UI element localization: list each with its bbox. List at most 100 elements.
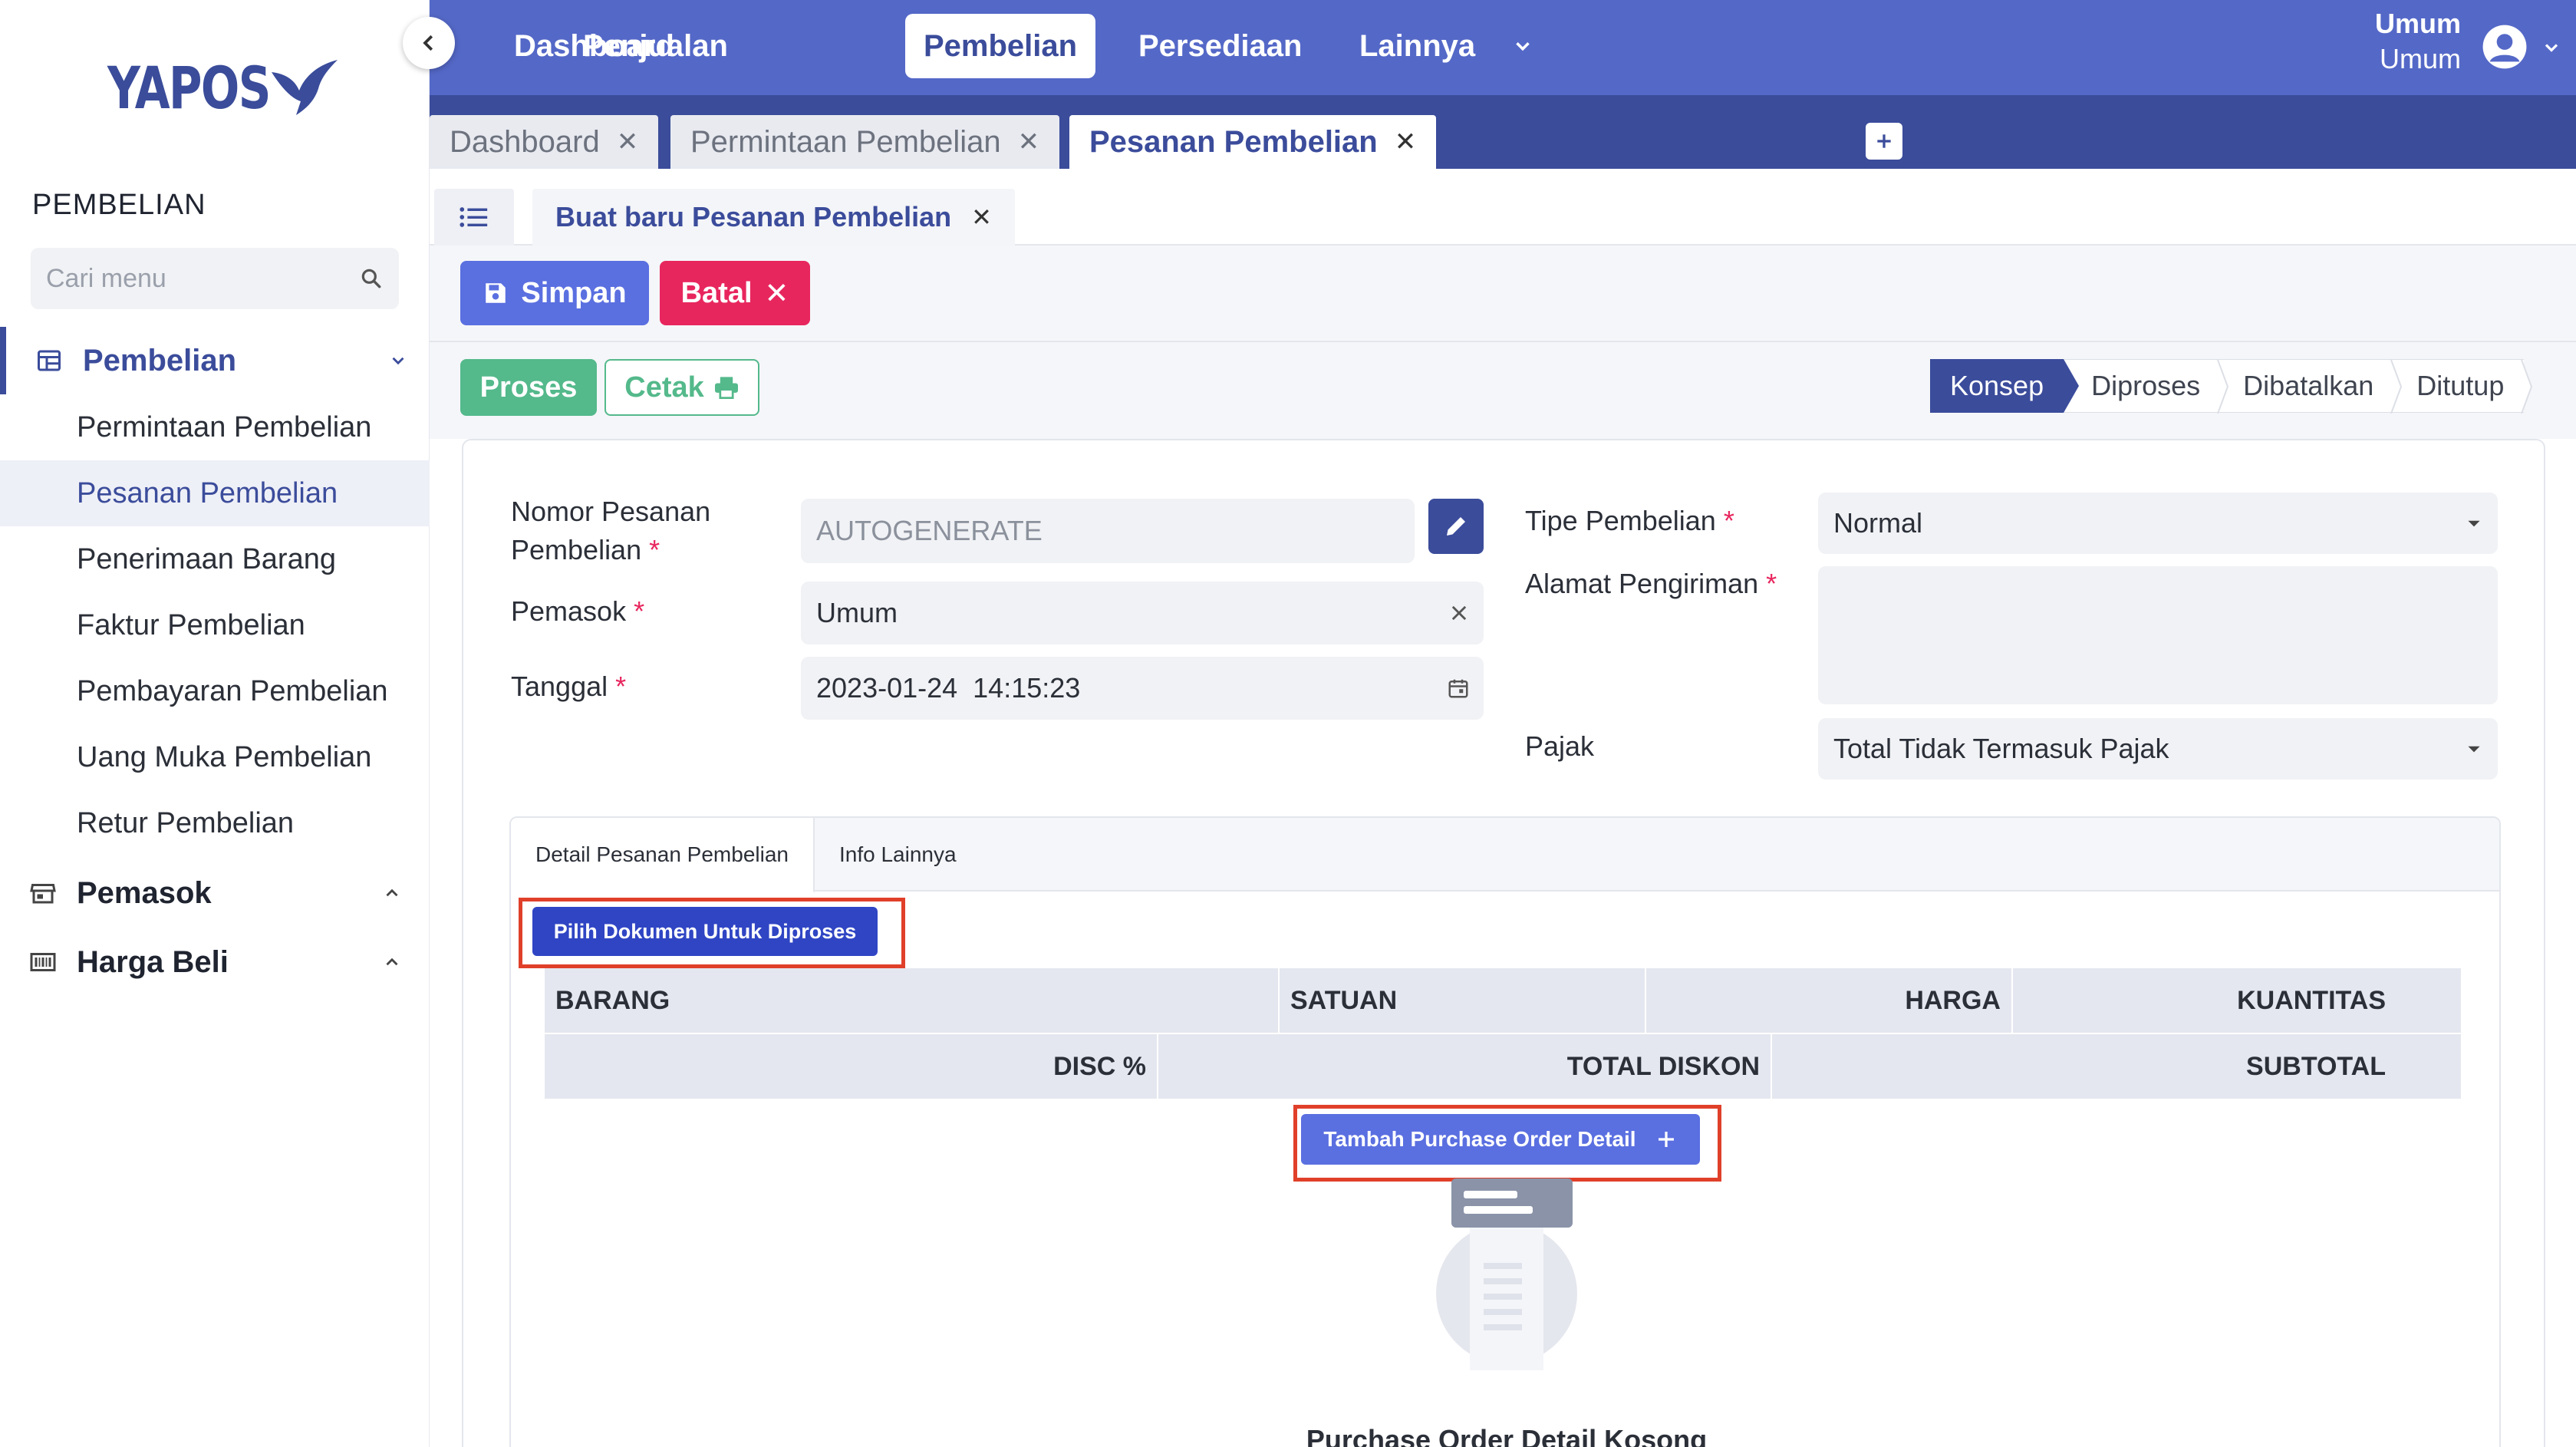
alamat-pengiriman-textarea[interactable] <box>1818 566 2498 704</box>
required-marker: * <box>634 595 645 627</box>
close-icon: ✕ <box>764 277 789 310</box>
chevron-down-icon[interactable] <box>2541 37 2562 58</box>
pemasok-select[interactable]: Umum <box>801 582 1484 644</box>
search-icon <box>361 269 381 288</box>
store-icon <box>30 884 56 904</box>
status-steps: Konsep Diproses Dibatalkan Ditutup <box>1930 359 2533 414</box>
tab-info-lainnya[interactable]: Info Lainnya <box>815 818 981 892</box>
detail-tabs-panel: Detail Pesanan Pembelian Info Lainnya Pi… <box>509 816 2501 1447</box>
tanggal-input[interactable]: 2023-01-24 14:15:23 <box>801 657 1484 720</box>
doc-tab-new-purchase-order[interactable]: Buat baru Pesanan Pembelian ✕ <box>532 189 1015 246</box>
status-step-label: Dibatalkan <box>2243 370 2374 401</box>
column-header-kuantitas: KUANTITAS <box>2237 985 2386 1015</box>
brand-logo[interactable]: YAPOS <box>107 54 339 122</box>
page-tab-permintaan-pembelian[interactable]: Permintaan Pembelian ✕ <box>670 115 1060 169</box>
sidebar-group-label: Harga Beli <box>77 944 229 979</box>
tab-detail-pesanan-pembelian[interactable]: Detail Pesanan Pembelian <box>511 818 815 893</box>
bird-logo-icon <box>272 59 338 115</box>
menu-search-input[interactable]: Cari menu <box>31 248 399 309</box>
edit-number-button[interactable] <box>1428 499 1484 554</box>
pick-document-button[interactable]: Pilih Dokumen Untuk Diproses <box>532 907 878 956</box>
page-tab-label: Permintaan Pembelian <box>690 124 1001 159</box>
step-arrow-shape <box>2064 359 2080 413</box>
add-detail-button[interactable]: Tambah Purchase Order Detail <box>1301 1114 1700 1165</box>
alamat-label-text: Alamat Pengiriman <box>1525 568 1759 599</box>
user-info[interactable]: Umum Umum <box>2375 8 2461 75</box>
process-button[interactable]: Proses <box>460 359 597 416</box>
nav-more-dropdown[interactable] <box>1504 14 1542 78</box>
close-icon[interactable]: ✕ <box>617 127 639 157</box>
table-header-row: BARANG SATUAN HARGA KUANTITAS <box>545 968 2461 1033</box>
empty-document-icon <box>1436 1178 1577 1370</box>
caret-down-icon <box>2468 746 2480 753</box>
tipe-pembelian-label: Tipe Pembelian * <box>1525 502 1734 540</box>
sidebar-group-pemasok[interactable]: Pemasok <box>0 859 430 927</box>
purchase-order-form: Nomor Pesanan Pembelian * AUTOGENERATE P… <box>462 439 2545 1447</box>
add-detail-label: Tambah Purchase Order Detail <box>1323 1127 1636 1151</box>
page-tab-label: Pesanan Pembelian <box>1089 124 1378 159</box>
sidebar-group-harga-beli[interactable]: Harga Beli <box>0 928 430 996</box>
nomor-label-line-2: Pembelian <box>511 534 642 565</box>
tipe-pembelian-select[interactable]: Normal <box>1818 493 2498 554</box>
step-separator-icon <box>2390 360 2403 414</box>
tanggal-value: 2023-01-24 14:15:23 <box>816 672 1081 704</box>
list-view-tab[interactable] <box>434 189 514 246</box>
sidebar-group-pembelian[interactable]: Pembelian <box>0 327 430 394</box>
nomor-pesanan-label: Nomor Pesanan Pembelian * <box>511 493 710 569</box>
status-step-diproses: Diproses <box>2064 359 2229 414</box>
step-separator-icon <box>2521 360 2533 414</box>
list-icon <box>460 207 488 227</box>
page-tab-dashboard[interactable]: Dashboard ✕ <box>430 115 658 169</box>
user-avatar-icon[interactable] <box>2481 23 2528 71</box>
page-tab-pesanan-pembelian[interactable]: Pesanan Pembelian ✕ <box>1069 115 1437 169</box>
alamat-pengiriman-label: Alamat Pengiriman * <box>1525 565 1777 603</box>
print-button-label: Cetak <box>624 371 704 404</box>
cancel-button[interactable]: Batal ✕ <box>660 261 810 325</box>
column-header-satuan: SATUAN <box>1280 968 1646 1033</box>
sidebar-item-retur-pembelian[interactable]: Retur Pembelian <box>0 790 430 856</box>
nav-persediaan[interactable]: Persediaan <box>1120 14 1320 78</box>
clear-icon[interactable] <box>1448 602 1470 624</box>
sidebar-item-faktur-pembelian[interactable]: Faktur Pembelian <box>0 592 430 658</box>
chevron-down-icon <box>1516 42 1530 51</box>
page-tab-bar: Dashboard ✕ Permintaan Pembelian ✕ Pesan… <box>430 95 2576 169</box>
table-header-row: DISC % TOTAL DISKON SUBTOTAL <box>545 1034 2461 1099</box>
sidebar-item-pesanan-pembelian[interactable]: Pesanan Pembelian <box>0 460 430 526</box>
tipe-value: Normal <box>1833 507 1923 539</box>
page-tab-label: Dashboard <box>450 124 600 159</box>
calendar-icon[interactable] <box>1447 677 1470 700</box>
print-button[interactable]: Cetak <box>604 359 759 416</box>
user-name: Umum <box>2374 8 2461 39</box>
nav-penjualan[interactable]: Penjualan <box>565 14 746 78</box>
chevron-up-icon <box>386 888 398 897</box>
collapse-sidebar-button[interactable] <box>403 17 455 69</box>
required-marker: * <box>615 671 627 702</box>
required-marker: * <box>1723 505 1734 536</box>
nav-pembelian[interactable]: Pembelian <box>905 14 1096 78</box>
nomor-pesanan-input[interactable]: AUTOGENERATE <box>801 499 1415 563</box>
document-tab-bar: Buat baru Pesanan Pembelian ✕ <box>430 169 2576 246</box>
pajak-value: Total Tidak Termasuk Pajak <box>1833 733 2169 764</box>
table-icon <box>38 350 61 371</box>
detail-tabs-header: Detail Pesanan Pembelian Info Lainnya <box>511 818 2499 893</box>
sidebar: YAPOS PEMBELIAN Cari menu Pembelian Perm… <box>0 0 430 1447</box>
nav-lainnya[interactable]: Lainnya <box>1341 14 1494 78</box>
empty-state-text: Purchase Order Detail Kosong <box>1306 1424 1708 1447</box>
close-icon[interactable]: ✕ <box>1395 127 1417 157</box>
close-icon[interactable]: ✕ <box>971 203 992 232</box>
status-step-dibatalkan: Dibatalkan <box>2220 359 2403 414</box>
save-button[interactable]: Simpan <box>460 261 649 325</box>
sidebar-item-pembayaran-pembelian[interactable]: Pembayaran Pembelian <box>0 658 430 724</box>
save-button-label: Simpan <box>521 276 627 309</box>
printer-icon <box>714 377 738 399</box>
status-step-label: Diproses <box>2091 370 2201 401</box>
add-tab-button[interactable] <box>1866 123 1902 160</box>
pemasok-value: Umum <box>816 597 898 628</box>
column-header-total-diskon: TOTAL DISKON <box>1158 1034 1772 1099</box>
sidebar-item-penerimaan-barang[interactable]: Penerimaan Barang <box>0 526 430 592</box>
sidebar-item-uang-muka-pembelian[interactable]: Uang Muka Pembelian <box>0 724 430 790</box>
pajak-select[interactable]: Total Tidak Termasuk Pajak <box>1818 718 2498 780</box>
caret-down-icon <box>2468 520 2480 527</box>
close-icon[interactable]: ✕ <box>1018 127 1040 157</box>
sidebar-item-permintaan-pembelian[interactable]: Permintaan Pembelian <box>0 394 430 460</box>
